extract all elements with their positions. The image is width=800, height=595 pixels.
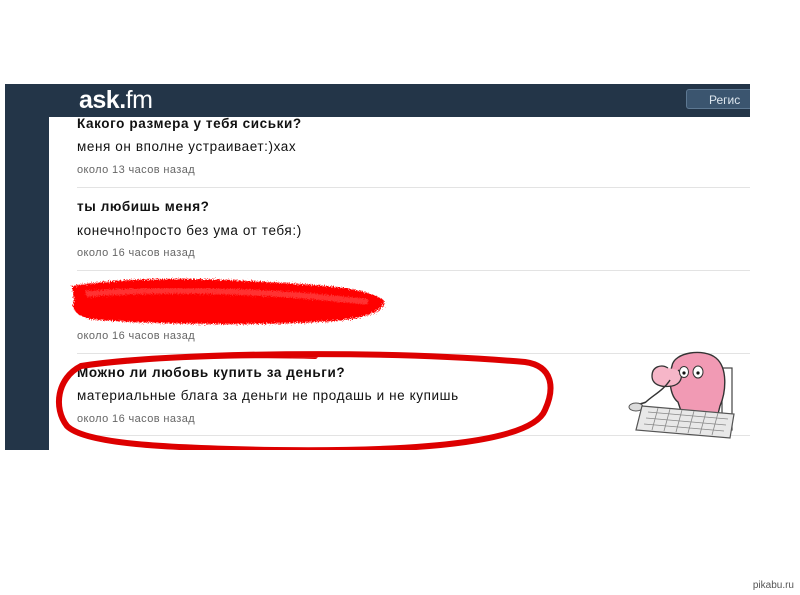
logo-text: ask: [79, 86, 120, 114]
timestamp-link[interactable]: около 13 часов назад: [77, 164, 195, 176]
register-button[interactable]: Регис: [686, 89, 750, 109]
askfm-logo[interactable]: ask.fm: [79, 86, 153, 115]
logo-tld: fm: [125, 86, 153, 114]
red-redaction-scribble: [72, 279, 385, 325]
askfm-screenshot: ask.fm Регис Какого размера у тебя сиськ…: [5, 84, 750, 450]
divider: [77, 270, 750, 271]
pikabu-watermark: pikabu.ru: [752, 580, 794, 591]
question-text[interactable]: Какого размера у тебя сиськи?: [77, 116, 302, 131]
answer-text: меня он вполне устраивает:)хах: [77, 139, 297, 154]
divider: [77, 187, 750, 188]
question-text[interactable]: ты любишь меня?: [77, 199, 210, 214]
timestamp-link[interactable]: около 16 часов назад: [77, 247, 195, 259]
timestamp-link[interactable]: около 16 часов назад: [77, 330, 195, 342]
top-navigation-bar: ask.fm Регис: [5, 84, 750, 117]
monkey-at-keyboard-illustration: [628, 351, 735, 439]
answer-text: конечно!просто без ума от тебя:): [77, 223, 302, 238]
left-sidebar: [5, 117, 49, 450]
red-highlight-circle: [56, 351, 554, 450]
